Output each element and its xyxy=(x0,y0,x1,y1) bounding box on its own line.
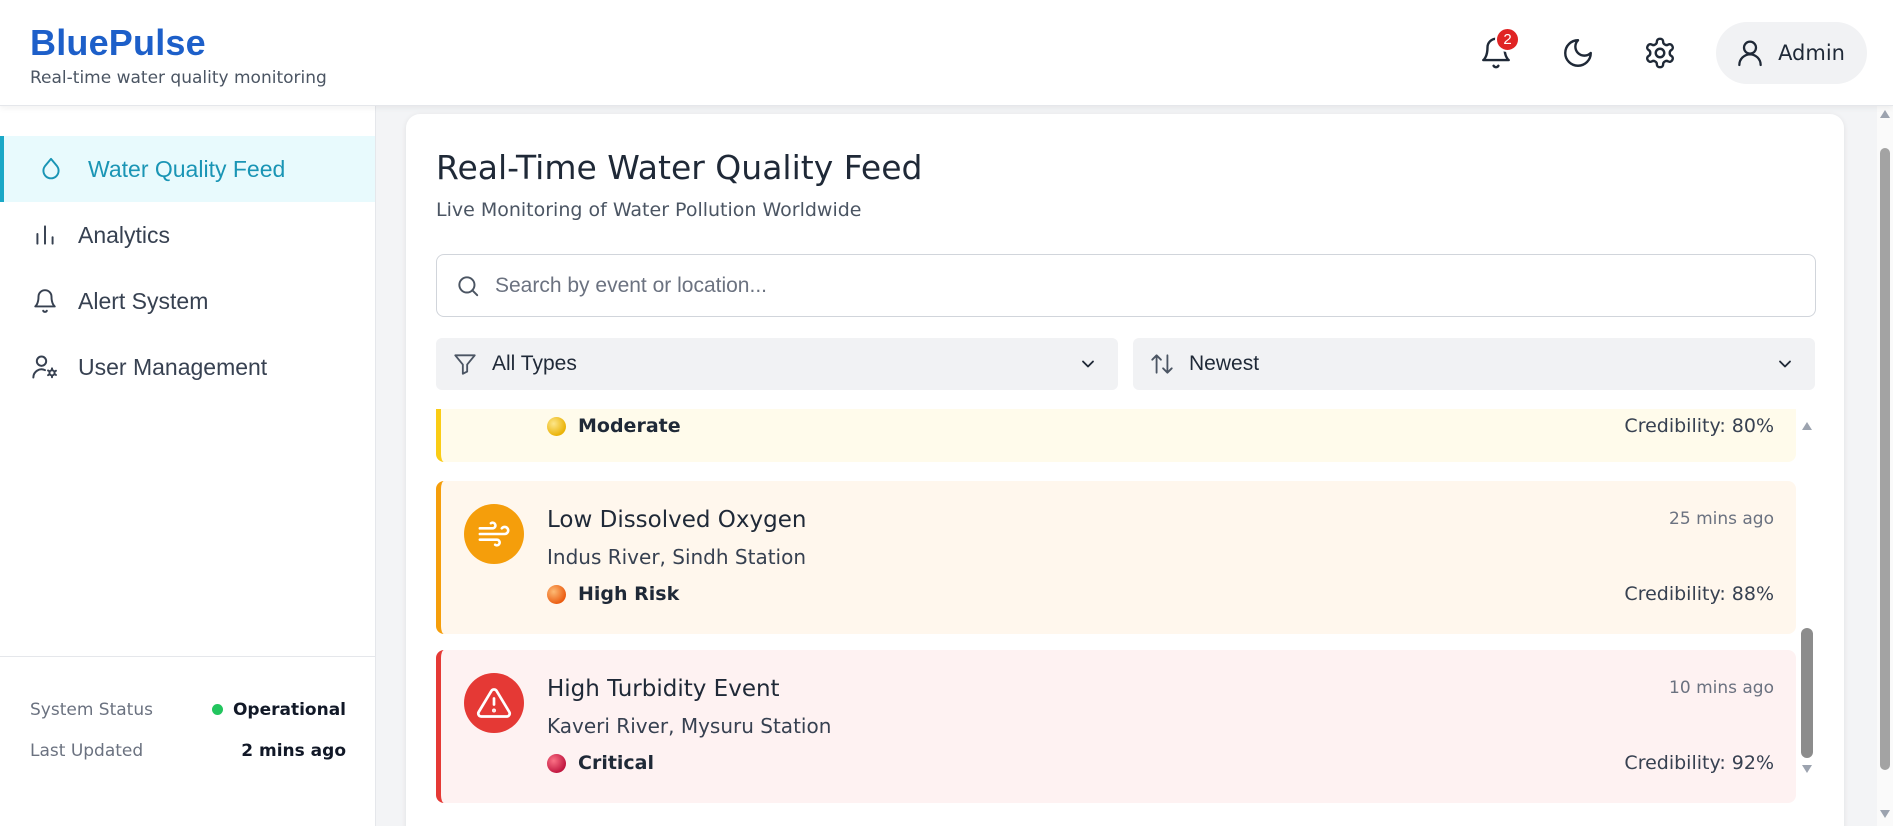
feed-item[interactable]: Low Dissolved Oxygen Indus River, Sindh … xyxy=(436,481,1796,634)
severity-badge: Moderate xyxy=(547,415,681,437)
system-status-row: System Status Operational xyxy=(30,689,346,730)
sidebar-item-label: Water Quality Feed xyxy=(88,155,286,182)
feed-list: Moderate Credibility: 80% Low Dissolved … xyxy=(436,409,1828,826)
last-updated-label: Last Updated xyxy=(30,740,144,761)
brand: BluePulse Real-time water quality monito… xyxy=(30,22,327,88)
dark-mode-toggle[interactable] xyxy=(1550,25,1606,81)
droplet-icon xyxy=(36,154,66,184)
app-header: BluePulse Real-time water quality monito… xyxy=(0,0,1893,106)
filter-icon xyxy=(454,354,476,375)
sidebar-item-water-quality-feed[interactable]: Water Quality Feed xyxy=(0,136,375,202)
severity-label: Critical xyxy=(578,752,655,774)
severity-badge: Critical xyxy=(547,752,654,774)
scroll-thumb xyxy=(1801,628,1813,758)
sidebar-item-user-management[interactable]: User Management xyxy=(0,334,375,400)
header-actions: 2 Admin xyxy=(1442,22,1867,84)
brand-title: BluePulse xyxy=(30,22,206,63)
sidebar-item-label: Analytics xyxy=(78,221,171,248)
last-updated-value: 2 mins ago xyxy=(241,740,346,761)
feed-item-time: 25 mins ago xyxy=(1669,509,1774,529)
sidebar-item-analytics[interactable]: Analytics xyxy=(0,202,375,268)
page-scroll-up-arrow-icon xyxy=(1880,110,1890,118)
sidebar-item-label: Alert System xyxy=(78,287,209,314)
sort-value: Newest xyxy=(1189,352,1260,375)
feed-item[interactable]: Moderate Credibility: 80% xyxy=(436,409,1796,462)
sidebar-item-label: User Management xyxy=(78,353,268,380)
feed-item[interactable]: High Turbidity Event Kaveri River, Mysur… xyxy=(436,650,1796,803)
last-updated-row: Last Updated 2 mins ago xyxy=(30,730,346,771)
moon-icon xyxy=(1564,39,1593,67)
credibility: Credibility: 88% xyxy=(1624,583,1774,605)
gear-icon xyxy=(1646,37,1675,69)
user-settings-icon xyxy=(30,352,60,382)
type-filter-select[interactable]: All Types xyxy=(436,338,1118,390)
system-status-panel: System Status Operational Last Updated 2… xyxy=(0,656,376,826)
type-filter-value: All Types xyxy=(492,352,577,375)
feed-item-location: Indus River, Sindh Station xyxy=(547,545,807,569)
status-dot-icon xyxy=(211,704,223,715)
system-status-value: Operational xyxy=(211,699,346,720)
scroll-down-arrow-icon xyxy=(1802,765,1812,773)
sidebar-nav: Water Quality Feed Analytics Alert Syste… xyxy=(0,136,375,400)
feed-item-time: 10 mins ago xyxy=(1669,678,1774,698)
notifications-button[interactable]: 2 xyxy=(1468,25,1524,81)
bar-chart-icon xyxy=(30,220,60,250)
search-input[interactable] xyxy=(495,273,1795,298)
feed-item-title: Low Dissolved Oxygen xyxy=(547,507,807,533)
scroll-up-arrow-icon xyxy=(1802,422,1812,430)
severity-label: High Risk xyxy=(578,583,680,605)
user-menu-button[interactable]: Admin xyxy=(1716,22,1867,84)
wind-icon xyxy=(464,504,524,564)
warning-triangle-icon xyxy=(464,673,524,733)
sort-select[interactable]: Newest xyxy=(1133,338,1815,390)
severity-dot-icon xyxy=(547,584,566,604)
sort-icon xyxy=(1151,354,1173,374)
page-title: Real-Time Water Quality Feed xyxy=(436,148,923,187)
chevron-down-icon xyxy=(1779,360,1791,368)
feed-panel: Real-Time Water Quality Feed Live Monito… xyxy=(406,114,1844,826)
feed-scrollbar[interactable] xyxy=(1798,409,1816,826)
page-scroll-down-arrow-icon xyxy=(1880,810,1890,818)
brand-subtitle: Real-time water quality monitoring xyxy=(30,68,327,88)
page-scroll-thumb xyxy=(1880,148,1890,770)
settings-button[interactable] xyxy=(1632,25,1688,81)
severity-badge: High Risk xyxy=(547,583,679,605)
user-icon xyxy=(1738,40,1762,67)
notification-count-badge: 2 xyxy=(1495,27,1521,52)
sidebar: Water Quality Feed Analytics Alert Syste… xyxy=(0,106,376,826)
system-status-text: Operational xyxy=(232,699,346,720)
feed-item-title: High Turbidity Event xyxy=(547,676,780,702)
page-scrollbar[interactable] xyxy=(1877,106,1893,826)
severity-dot-icon xyxy=(547,416,566,436)
page-subtitle: Live Monitoring of Water Pollution World… xyxy=(436,199,862,221)
credibility: Credibility: 92% xyxy=(1624,752,1774,774)
credibility: Credibility: 80% xyxy=(1624,415,1774,437)
sidebar-item-alert-system[interactable]: Alert System xyxy=(0,268,375,334)
severity-label: Moderate xyxy=(578,415,681,437)
user-name: Admin xyxy=(1778,41,1845,65)
feed-item-location: Kaveri River, Mysuru Station xyxy=(547,714,832,738)
search-icon xyxy=(458,275,479,296)
bell-icon xyxy=(30,286,60,316)
system-status-label: System Status xyxy=(30,699,153,720)
severity-dot-icon xyxy=(547,753,566,773)
chevron-down-icon xyxy=(1082,360,1094,368)
search-box xyxy=(436,254,1816,317)
